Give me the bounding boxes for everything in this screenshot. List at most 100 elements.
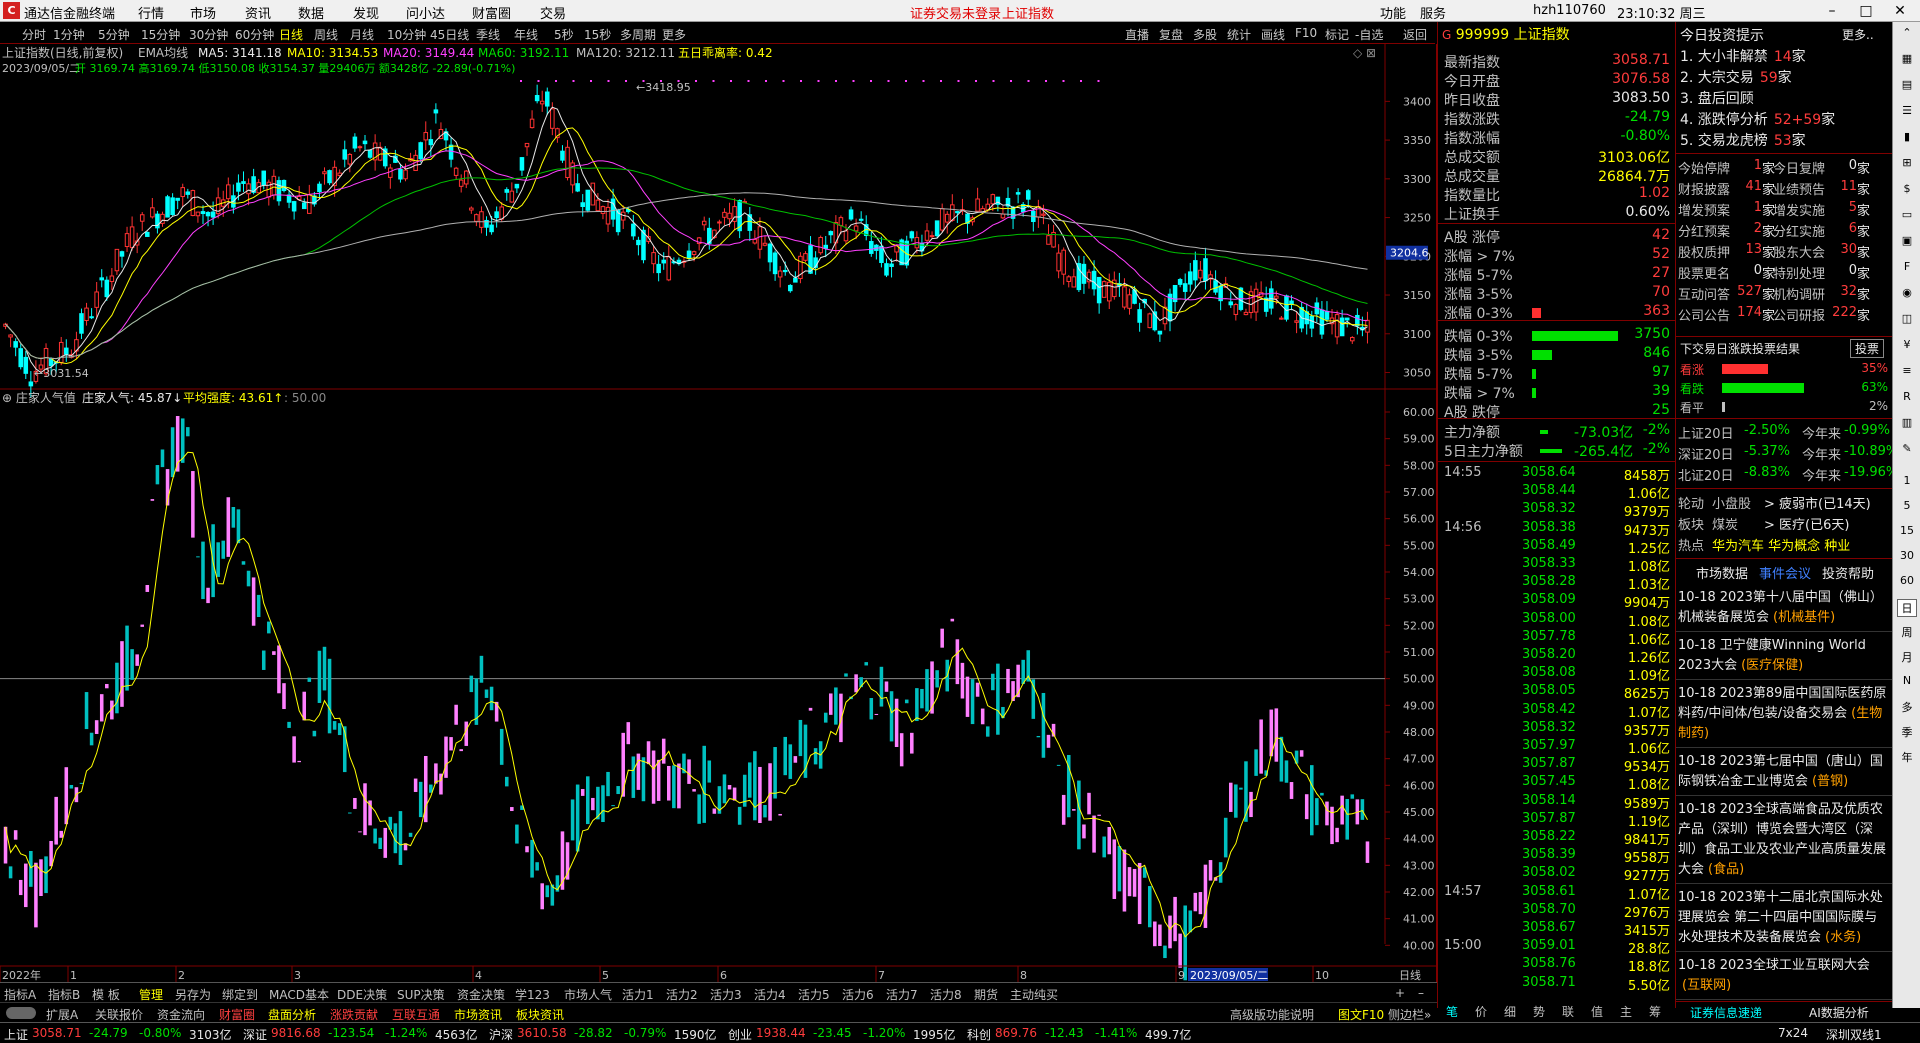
ind-tab-2[interactable]: 模 板 — [92, 986, 120, 1003]
tool-3[interactable]: 统计 — [1227, 26, 1251, 43]
ind-tab-17[interactable]: 活力6 — [842, 986, 874, 1003]
ind-tab-15[interactable]: 活力4 — [754, 986, 786, 1003]
period-shortcut-11[interactable]: 年 — [1897, 749, 1917, 767]
advanced-help-link[interactable]: 高级版功能说明 — [1230, 1006, 1314, 1023]
tool-0[interactable]: 直播 — [1125, 26, 1149, 43]
account-label[interactable]: hzh110760 — [1533, 3, 1606, 18]
date-axis-mode[interactable]: 日线 — [1399, 968, 1421, 982]
news-item[interactable]: 10-18 2023第89届中国国际医药原料药/中间体/包装/设备交易会 (生物制药… — [1678, 684, 1888, 744]
ind-tab-10[interactable]: 学123 — [515, 986, 550, 1003]
ind-tab-7[interactable]: DDE决策 — [337, 986, 387, 1003]
ind-tab-5[interactable]: 绑定到 — [222, 986, 258, 1003]
lines-icon[interactable]: ≡ — [1897, 364, 1917, 382]
period-3[interactable]: 15分钟 — [141, 26, 180, 43]
mini-tab-6[interactable]: 主 — [1620, 1003, 1632, 1020]
tip-grid-label[interactable]: 股东大会 — [1773, 242, 1825, 261]
news-item[interactable]: 10-18 2023第十二届北京国际水处理展览会 第二十四届中国国际膜与水处理技术… — [1678, 888, 1888, 948]
ind-tab-3[interactable]: 管理 — [139, 986, 163, 1003]
period-8[interactable]: 月线 — [350, 26, 374, 43]
chevron-up-icon[interactable]: ⌃ — [1897, 26, 1917, 44]
rotation-value[interactable]: 小盘股 — [1712, 493, 1751, 512]
toggle-switch[interactable] — [6, 1007, 36, 1019]
period-shortcut-8[interactable]: N — [1897, 674, 1917, 692]
mini-tab-0[interactable]: 笔 — [1446, 1003, 1458, 1020]
news-item[interactable]: 10-18 2023第十八届中国（佛山）机械装备展览会 (机械基件) — [1678, 588, 1888, 628]
period-shortcut-5[interactable]: 日 — [1897, 599, 1917, 617]
menu-caifuquan[interactable]: 财富圈 — [472, 3, 511, 22]
tips-more-link[interactable]: 更多.. — [1842, 26, 1874, 43]
ind-tab-21[interactable]: 主动纯买 — [1010, 986, 1058, 1003]
ext-tab-0[interactable]: 扩展A — [46, 1006, 78, 1023]
ind-tab-8[interactable]: SUP决策 — [397, 986, 445, 1003]
period-7[interactable]: 周线 — [314, 26, 338, 43]
tip-grid-label[interactable]: 公司公告 — [1678, 305, 1730, 324]
period-11[interactable]: 季线 — [476, 26, 500, 43]
zoom-out-icon[interactable]: – — [1418, 986, 1424, 1000]
period-9[interactable]: 10分钟 — [387, 26, 426, 43]
period-2[interactable]: 5分钟 — [98, 26, 130, 43]
ind-tab-9[interactable]: 资金决策 — [457, 986, 505, 1003]
news-item[interactable]: 10-18 2023全球工业互联网大会 (互联网) — [1678, 956, 1888, 996]
tool-7[interactable]: -自选 — [1355, 26, 1383, 43]
candle-icon[interactable]: ▥ — [1897, 416, 1917, 434]
ext-tab-4[interactable]: 盘面分析 — [268, 1006, 316, 1023]
info-footer-ai[interactable]: AI数据分析 — [1809, 1004, 1869, 1021]
ind-tab-13[interactable]: 活力2 — [666, 986, 698, 1003]
tip-item[interactable]: 2. 大宗交易 59家 — [1680, 67, 1792, 87]
grid-icon[interactable]: ▦ — [1897, 52, 1917, 70]
sidebar-toggle[interactable]: 侧边栏» — [1388, 1006, 1431, 1023]
ind-tab-12[interactable]: 活力1 — [622, 986, 654, 1003]
period-0[interactable]: 分时 — [22, 26, 46, 43]
menu-function[interactable]: 功能 — [1380, 3, 1406, 22]
period-4[interactable]: 30分钟 — [189, 26, 228, 43]
status-index-name[interactable]: 科创 — [967, 1026, 991, 1043]
chart-icon[interactable]: ▤ — [1897, 78, 1917, 96]
kline-chart[interactable]: 上证指数(日线,前复权) EMA均线 MA5: 3141.18 MA10: 3134.… — [0, 44, 1437, 982]
news-tab-1[interactable]: 事件会议 — [1759, 563, 1811, 582]
ind-tab-6[interactable]: MACD基本 — [269, 986, 329, 1003]
ind-tab-1[interactable]: 指标B — [48, 986, 80, 1003]
period-shortcut-6[interactable]: 周 — [1897, 624, 1917, 642]
tip-grid-label[interactable]: 互动问答 — [1678, 284, 1730, 303]
chart-area[interactable]: 上证指数(日线,前复权) EMA均线 MA5: 3141.18 MA10: 3134.… — [0, 44, 1437, 986]
tool-1[interactable]: 复盘 — [1159, 26, 1183, 43]
ext-tab-8[interactable]: 板块资讯 — [516, 1006, 564, 1023]
doc-icon[interactable]: ▭ — [1897, 208, 1917, 226]
tip-grid-label[interactable]: 财报披露 — [1678, 179, 1730, 198]
ind-tab-11[interactable]: 市场人气 — [564, 986, 612, 1003]
rsi-icon[interactable]: R — [1897, 390, 1917, 408]
minimize-icon[interactable]: – — [1818, 0, 1846, 22]
ind-tab-14[interactable]: 活力3 — [710, 986, 742, 1003]
period-shortcut-2[interactable]: 15 — [1897, 524, 1917, 542]
tip-grid-label[interactable]: 今始停牌 — [1678, 158, 1730, 177]
period-16[interactable]: 更多 — [662, 26, 686, 43]
menu-zixun[interactable]: 资讯 — [245, 3, 271, 22]
tip-grid-label[interactable]: 增发预案 — [1678, 200, 1730, 219]
mini-tab-1[interactable]: 价 — [1475, 1003, 1487, 1020]
pencil-icon[interactable]: ✎ — [1897, 442, 1917, 460]
tool-5[interactable]: F10 — [1295, 26, 1317, 40]
period-5[interactable]: 60分钟 — [235, 26, 274, 43]
server-status[interactable]: 深圳双线1 — [1826, 1026, 1882, 1043]
zoom-in-icon[interactable]: + — [1395, 986, 1405, 1000]
menu-service[interactable]: 服务 — [1420, 3, 1446, 22]
ind-tab-20[interactable]: 期货 — [974, 986, 998, 1003]
plus-icon[interactable]: ⊞ — [1897, 156, 1917, 174]
ind-tab-19[interactable]: 活力8 — [930, 986, 962, 1003]
period-shortcut-7[interactable]: 月 — [1897, 649, 1917, 667]
news-7x24[interactable]: 7x24 — [1778, 1026, 1808, 1040]
dollar-icon[interactable]: $ — [1897, 182, 1917, 200]
ext-tab-5[interactable]: 涨跌贡献 — [330, 1006, 378, 1023]
rotation-value[interactable]: 华为汽车 华为概念 种业 — [1712, 535, 1850, 554]
info-footer-news[interactable]: 证券信息速递 — [1690, 1004, 1762, 1021]
tool-6[interactable]: 标记 — [1325, 26, 1349, 43]
f10-icon[interactable]: F — [1897, 260, 1917, 278]
ind-tab-4[interactable]: 另存为 — [175, 986, 211, 1003]
indicator-name[interactable]: ⊕ 庄家人气值 — [2, 390, 76, 405]
menu-jiaoyi[interactable]: 交易 — [540, 3, 566, 22]
period-6[interactable]: 日线 — [279, 26, 303, 43]
tip-grid-label[interactable]: 今日复牌 — [1773, 158, 1825, 177]
period-13[interactable]: 5秒 — [554, 26, 574, 43]
tip-grid-label[interactable]: 分红预案 — [1678, 221, 1730, 240]
list-icon[interactable]: ☰ — [1897, 104, 1917, 122]
